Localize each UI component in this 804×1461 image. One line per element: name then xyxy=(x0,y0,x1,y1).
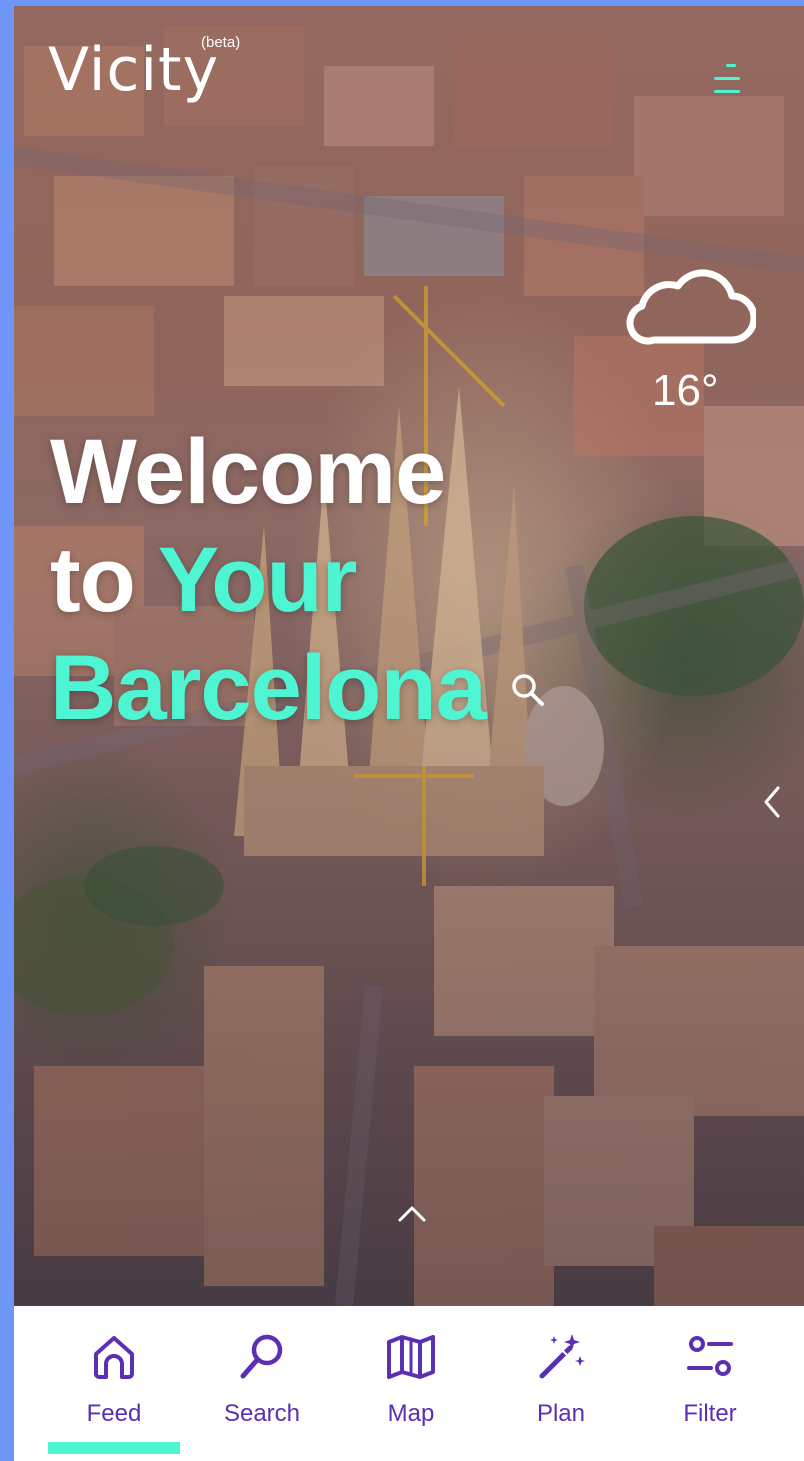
weather-widget: 16° xyxy=(626,256,756,416)
headline-line-1: Welcome xyxy=(50,421,446,523)
nav-label-map: Map xyxy=(387,1400,435,1427)
chevron-left-icon[interactable] xyxy=(758,782,784,822)
search-icon xyxy=(240,1334,283,1379)
chevron-up-icon[interactable] xyxy=(394,1200,430,1226)
nav-item-map[interactable]: Map xyxy=(336,1306,486,1461)
nav-item-search[interactable]: Search xyxy=(187,1306,337,1461)
magic-wand-icon xyxy=(539,1334,585,1379)
welcome-headline: Welcome to Your Barcelona xyxy=(50,418,487,742)
headline-to: to xyxy=(50,529,158,631)
nav-label-plan: Plan xyxy=(536,1400,586,1427)
app-screen: Vicity (beta) 16° Welcome to Your Barcel… xyxy=(14,6,804,1461)
cloud-icon xyxy=(626,269,756,345)
nav-label-search: Search xyxy=(223,1400,301,1427)
search-icon[interactable] xyxy=(508,670,548,710)
headline-line-3: Barcelona xyxy=(50,637,487,739)
headline-your: Your xyxy=(157,529,358,631)
nav-label-filter: Filter xyxy=(683,1400,737,1427)
beta-badge: (beta) xyxy=(201,34,241,51)
nav-label-feed: Feed xyxy=(86,1400,142,1427)
active-tab-indicator xyxy=(48,1442,180,1454)
filter-icon xyxy=(687,1336,733,1376)
nav-item-feed[interactable]: Feed xyxy=(39,1306,189,1461)
map-icon xyxy=(387,1335,435,1379)
app-logo: Vicity xyxy=(48,35,220,105)
home-icon xyxy=(94,1336,134,1379)
bottom-navigation: Feed Search Map Plan Filter xyxy=(14,1306,804,1461)
nav-item-plan[interactable]: Plan xyxy=(486,1306,636,1461)
temperature-readout: 16° xyxy=(652,366,719,415)
nav-item-filter[interactable]: Filter xyxy=(635,1306,785,1461)
hamburger-menu-icon[interactable] xyxy=(704,56,750,100)
headline-line-2: to Your xyxy=(50,526,486,634)
